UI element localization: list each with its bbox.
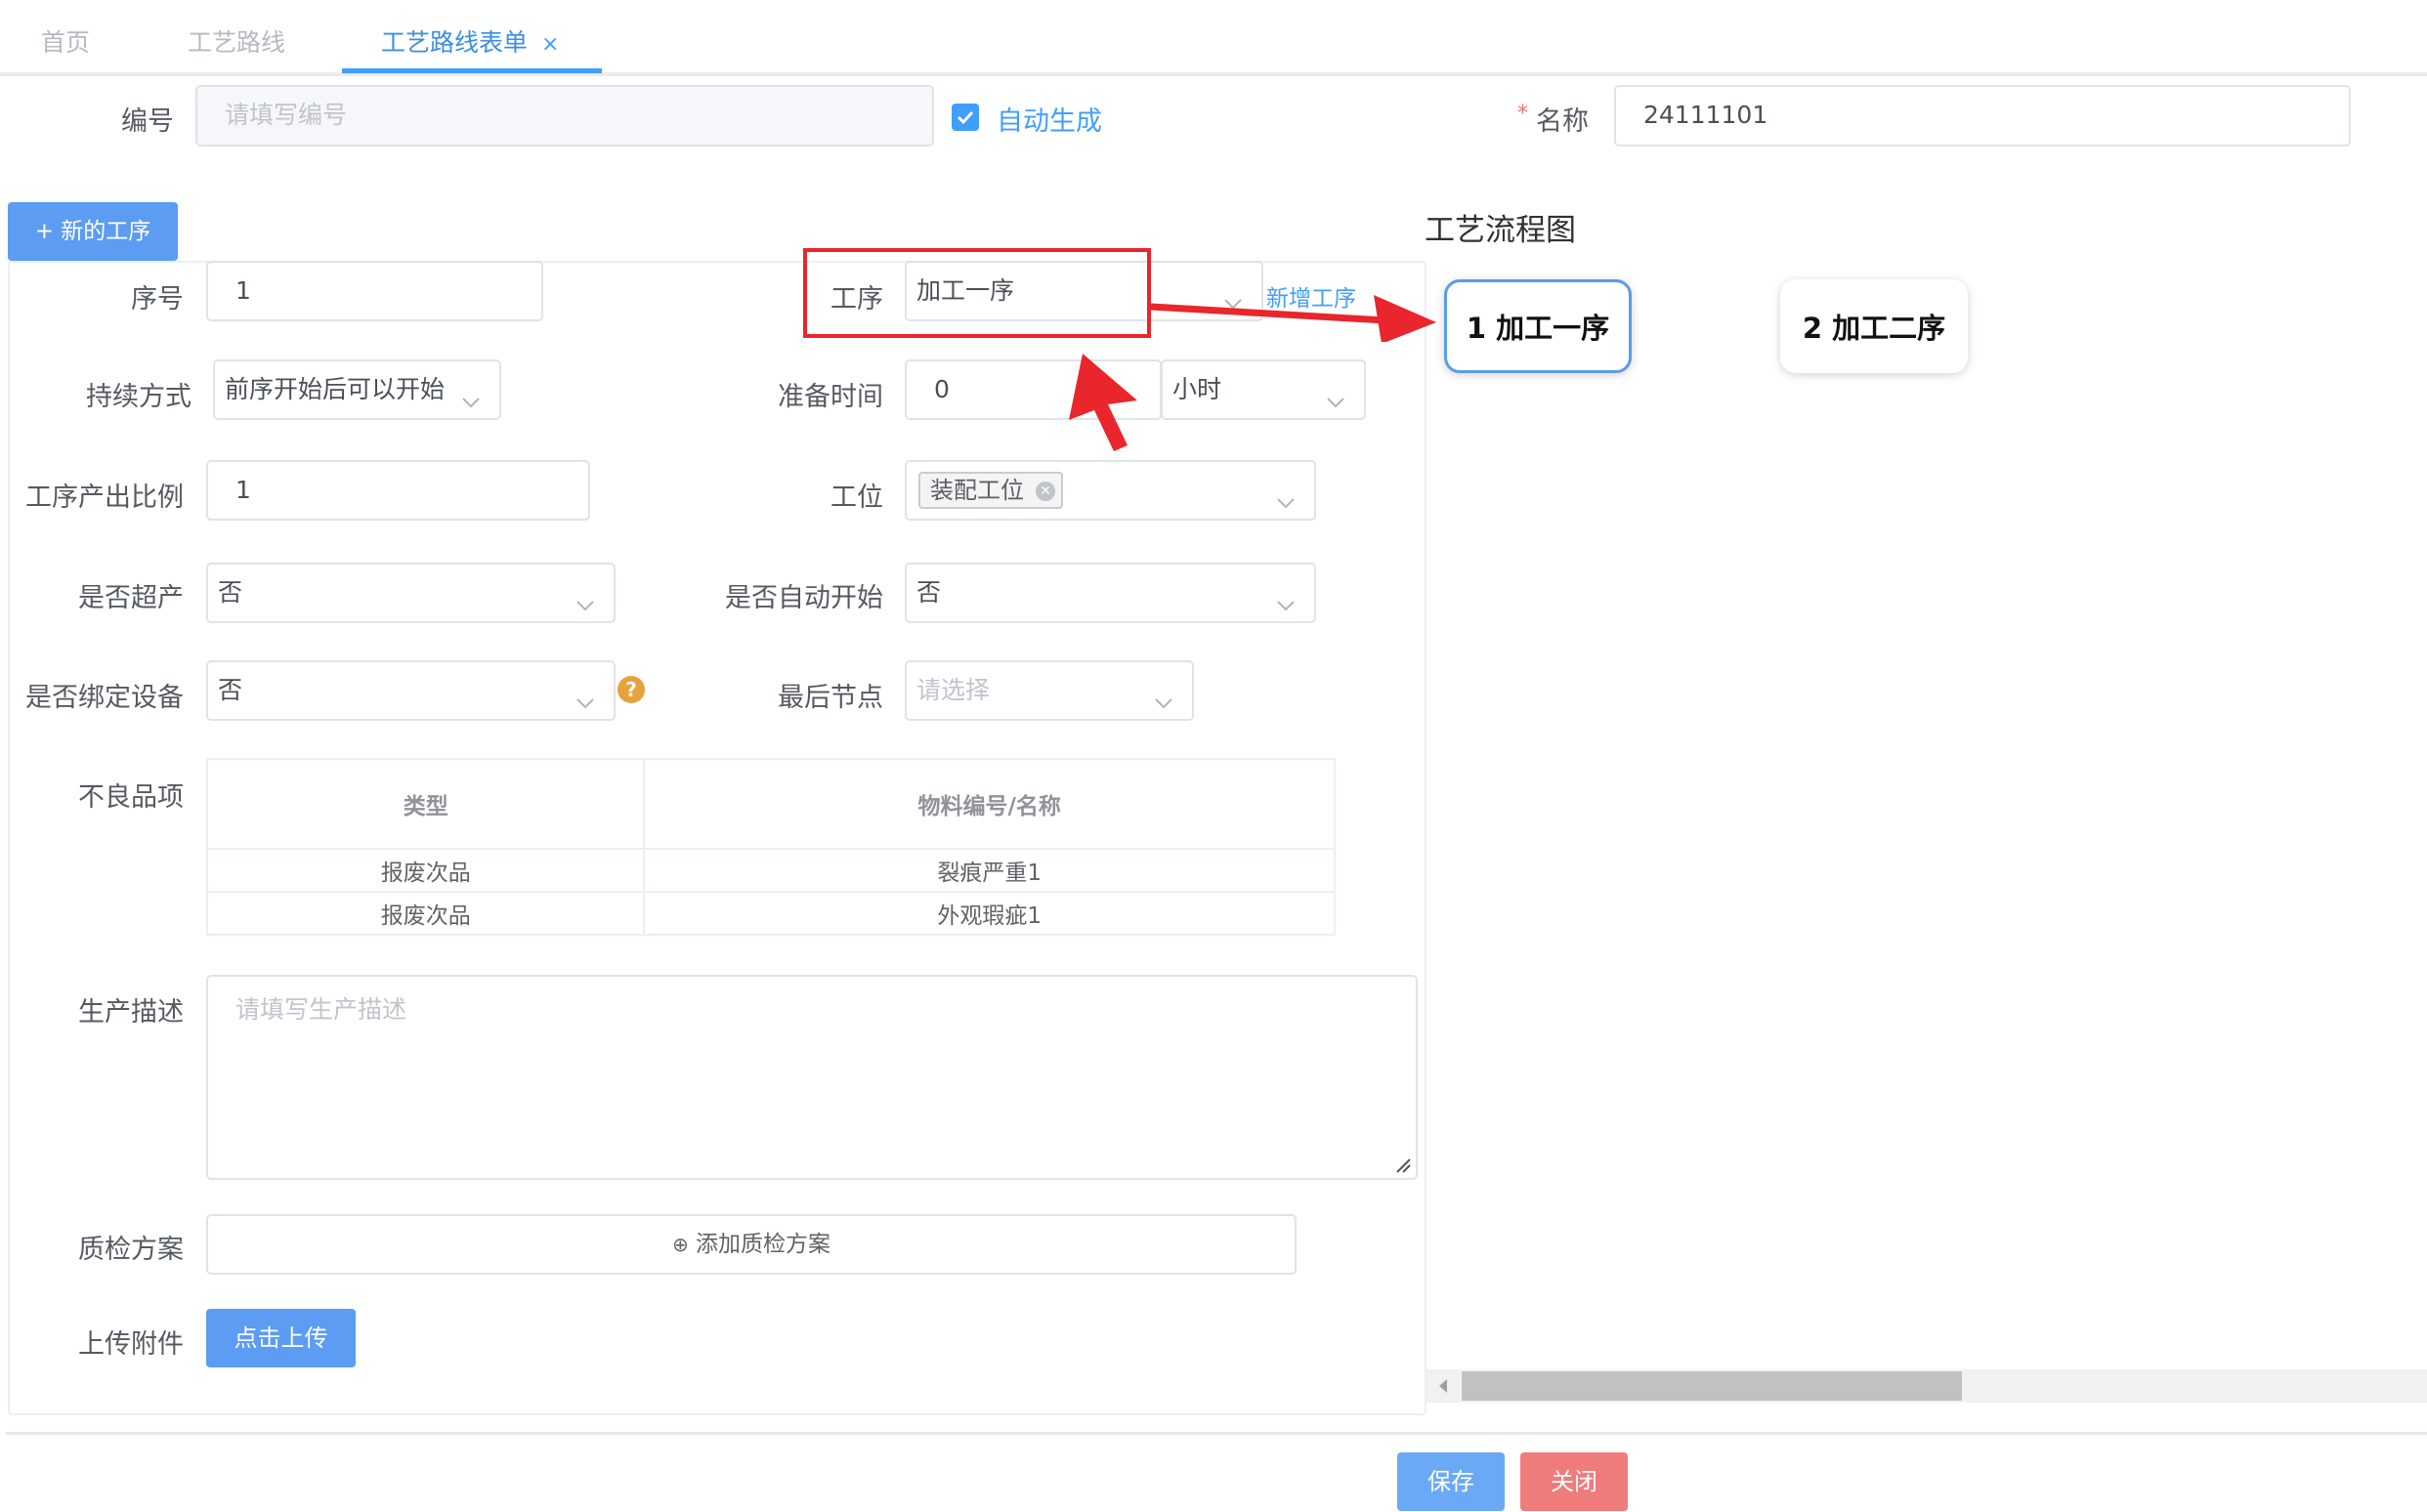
- station-label: 工位: [830, 483, 883, 513]
- prep-time-label: 准备时间: [778, 382, 883, 412]
- station-tag-label: 装配工位: [930, 477, 1024, 504]
- station-tag: 装配工位 ✕: [918, 472, 1063, 509]
- annotation-highlight-box: [803, 248, 1151, 338]
- overproduce-select[interactable]: 否: [206, 563, 616, 623]
- output-ratio-input[interactable]: 1: [206, 460, 590, 521]
- auto-start-select[interactable]: 否: [905, 563, 1316, 623]
- upload-label: 上传附件: [78, 1329, 184, 1360]
- chevron-down-icon: [460, 377, 480, 408]
- description-placeholder: 请填写生产描述: [235, 995, 407, 1024]
- description-textarea[interactable]: 请填写生产描述: [206, 975, 1418, 1180]
- chevron-down-icon: [1275, 478, 1295, 509]
- plus-circle-icon: ⊕: [671, 1233, 689, 1256]
- name-label: 名称: [1536, 106, 1589, 137]
- seq-input[interactable]: 1: [206, 261, 543, 321]
- seq-label: 序号: [131, 284, 184, 315]
- table-cell: 报废次品: [205, 891, 646, 936]
- close-icon[interactable]: ×: [541, 32, 559, 57]
- close-icon[interactable]: ✕: [1036, 482, 1055, 501]
- check-icon: [957, 110, 974, 125]
- bind-device-value: 否: [218, 676, 243, 704]
- resize-handle-icon[interactable]: [1394, 1156, 1412, 1174]
- name-input[interactable]: 24111101: [1614, 85, 2351, 147]
- overproduce-label: 是否超产: [78, 583, 184, 613]
- table-cell: 外观瑕疵1: [643, 891, 1336, 936]
- new-process-button[interactable]: + 新的工序: [8, 202, 178, 261]
- table-cell: 裂痕严重1: [643, 848, 1336, 893]
- flow-node-process-1[interactable]: 1 加工一序: [1444, 279, 1632, 373]
- last-node-select[interactable]: 请选择: [905, 660, 1194, 721]
- table-header-material: 物料编号/名称: [643, 758, 1336, 850]
- scroll-left-icon[interactable]: [1436, 1377, 1450, 1395]
- table-row: 报废次品 裂痕严重1: [205, 848, 1336, 893]
- close-button[interactable]: 关闭: [1520, 1452, 1628, 1511]
- horizontal-scrollbar[interactable]: [1426, 1369, 2427, 1403]
- defects-table: 类型 物料编号/名称 报废次品 裂痕严重1 报废次品 外观瑕疵1: [205, 758, 1336, 936]
- bind-device-select[interactable]: 否: [206, 660, 616, 721]
- tab-process-route-form[interactable]: 工艺路线表单 ×: [381, 23, 559, 59]
- qc-label: 质检方案: [78, 1235, 184, 1265]
- prep-unit-select[interactable]: 小时: [1161, 359, 1366, 420]
- last-node-label: 最后节点: [778, 683, 883, 713]
- duration-label: 持续方式: [86, 382, 192, 412]
- chevron-down-icon: [575, 678, 594, 709]
- code-label: 编号: [121, 106, 174, 137]
- duration-select-value: 前序开始后可以开始: [225, 375, 446, 403]
- tab-label: 工艺路线表单: [381, 28, 529, 57]
- code-input[interactable]: 请填写编号: [195, 85, 934, 147]
- table-header-type: 类型: [205, 758, 646, 850]
- save-button[interactable]: 保存: [1397, 1452, 1505, 1511]
- defects-label: 不良品项: [78, 782, 184, 813]
- desc-label: 生产描述: [78, 997, 184, 1028]
- tab-process-route[interactable]: 工艺路线: [188, 23, 285, 59]
- add-qc-plan-button[interactable]: ⊕ 添加质检方案: [206, 1214, 1297, 1275]
- add-qc-plan-label: 添加质检方案: [696, 1232, 831, 1257]
- tab-home[interactable]: 首页: [41, 23, 90, 59]
- help-icon[interactable]: ?: [617, 676, 645, 703]
- table-cell: 报废次品: [205, 848, 646, 893]
- chevron-down-icon: [1275, 580, 1295, 611]
- overproduce-value: 否: [218, 578, 243, 607]
- duration-select[interactable]: 前序开始后可以开始: [213, 359, 501, 420]
- flow-chart-title: 工艺流程图: [1425, 213, 1576, 248]
- prep-unit-value: 小时: [1172, 375, 1222, 403]
- scrollbar-thumb[interactable]: [1462, 1371, 1962, 1401]
- required-mark: *: [1517, 102, 1528, 126]
- output-ratio-label: 工序产出比例: [25, 483, 184, 513]
- code-placeholder: 请填写编号: [225, 101, 348, 129]
- bind-device-label: 是否绑定设备: [25, 683, 184, 713]
- auto-generate-checkbox[interactable]: [952, 104, 979, 131]
- chevron-down-icon: [1325, 377, 1344, 408]
- table-row: 报废次品 外观瑕疵1: [205, 891, 1336, 936]
- active-tab-indicator: [342, 68, 602, 73]
- upload-button[interactable]: 点击上传: [206, 1309, 356, 1367]
- footer-bar: 保存 关闭: [6, 1432, 2427, 1512]
- tab-bar: 首页 工艺路线 工艺路线表单 ×: [0, 0, 2427, 76]
- annotation-arrow-right: [1150, 295, 1436, 342]
- last-node-placeholder: 请选择: [916, 676, 991, 704]
- annotation-arrow-up: [1069, 354, 1137, 451]
- chevron-down-icon: [1153, 678, 1172, 709]
- auto-start-value: 否: [916, 578, 942, 607]
- auto-generate-label[interactable]: 自动生成: [997, 100, 1102, 138]
- chevron-down-icon: [575, 580, 594, 611]
- flow-node-process-2[interactable]: 2 加工二序: [1780, 279, 1968, 373]
- auto-start-label: 是否自动开始: [725, 583, 883, 613]
